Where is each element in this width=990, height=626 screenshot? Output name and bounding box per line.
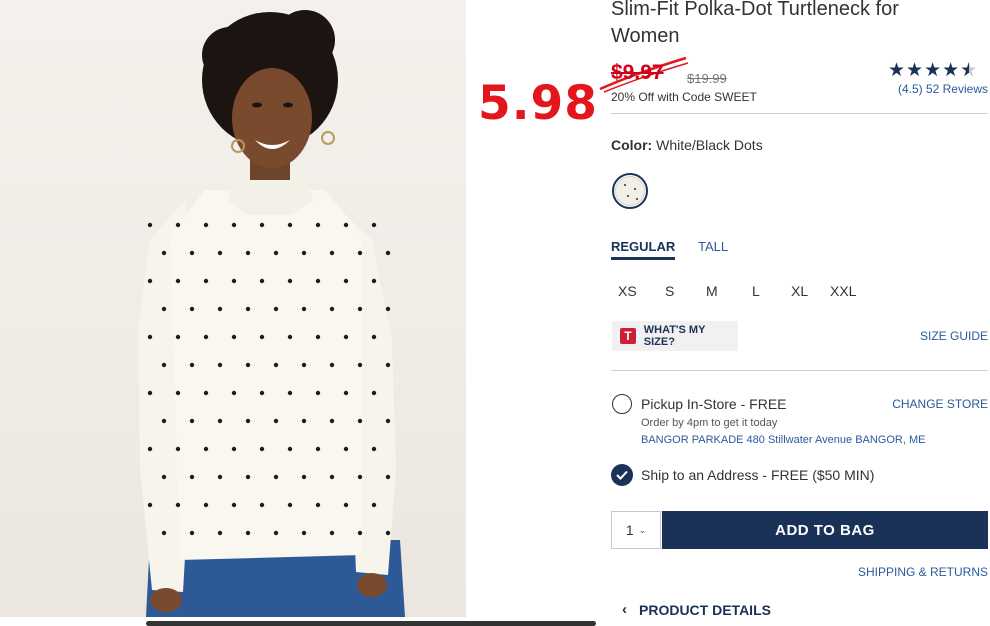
color-swatch-white-black-dots[interactable] bbox=[612, 173, 648, 209]
size-option-l[interactable]: L bbox=[752, 283, 760, 299]
true-fit-icon: T bbox=[620, 328, 636, 344]
product-details-toggle[interactable]: ‹ PRODUCT DETAILS bbox=[622, 601, 771, 618]
color-value: White/Black Dots bbox=[656, 137, 763, 153]
size-option-xs[interactable]: XS bbox=[618, 283, 637, 299]
tab-tall[interactable]: TALL bbox=[698, 239, 728, 254]
whats-my-size-button[interactable]: T WHAT'S MY SIZE? bbox=[612, 321, 738, 351]
reviews-link[interactable]: (4.5) 52 Reviews bbox=[898, 82, 988, 96]
change-store-link[interactable]: CHANGE STORE bbox=[892, 397, 988, 411]
quantity-select[interactable]: 1 ⌄ bbox=[611, 511, 661, 549]
divider bbox=[611, 113, 988, 114]
handwritten-price-annotation: 5.98 bbox=[478, 76, 598, 131]
ship-radio-checked[interactable] bbox=[611, 464, 633, 486]
pickup-store-address[interactable]: BANGOR PARKADE 480 Stillwater Avenue BAN… bbox=[641, 434, 925, 446]
size-option-xl[interactable]: XL bbox=[791, 283, 808, 299]
quantity-value: 1 bbox=[625, 522, 634, 538]
pickup-radio[interactable] bbox=[612, 394, 632, 414]
chevron-left-icon: ‹ bbox=[622, 601, 627, 618]
star-icon: ★ bbox=[888, 60, 907, 81]
pickup-subtext: Order by 4pm to get it today bbox=[641, 417, 778, 429]
whats-my-size-label: WHAT'S MY SIZE? bbox=[643, 324, 706, 348]
pickup-label: Pickup In-Store - FREE bbox=[641, 396, 787, 412]
size-guide-link[interactable]: SIZE GUIDE bbox=[920, 329, 988, 343]
add-to-bag-button[interactable]: ADD TO BAG bbox=[662, 511, 988, 549]
color-heading: Color: bbox=[611, 137, 653, 153]
size-option-s[interactable]: S bbox=[665, 283, 674, 299]
sale-price: $9.97 bbox=[611, 61, 664, 84]
promo-text: 20% Off with Code SWEET bbox=[611, 90, 757, 104]
product-details-label: PRODUCT DETAILS bbox=[639, 601, 771, 618]
divider bbox=[611, 370, 988, 371]
swatch-pattern bbox=[615, 176, 645, 206]
star-icon: ★ bbox=[942, 60, 961, 81]
star-icon: ★ bbox=[924, 60, 943, 81]
size-option-xxl[interactable]: XXL bbox=[830, 283, 856, 299]
original-price: $19.99 bbox=[687, 71, 727, 86]
checkmark-icon bbox=[616, 470, 628, 480]
color-label: Color: White/Black Dots bbox=[611, 137, 763, 153]
product-title: Slim-Fit Polka-Dot Turtleneck for Women bbox=[611, 0, 899, 47]
size-option-m[interactable]: M bbox=[706, 283, 718, 299]
star-rating[interactable]: ★★★★★ bbox=[888, 60, 978, 82]
half-star-icon: ★ bbox=[960, 60, 978, 81]
tab-regular[interactable]: REGULAR bbox=[611, 239, 676, 260]
product-image[interactable] bbox=[0, 0, 466, 617]
image-carousel-scrollbar[interactable] bbox=[146, 621, 596, 626]
ship-to-address-label: Ship to an Address - FREE ($50 MIN) bbox=[641, 467, 875, 483]
model-illustration bbox=[138, 10, 405, 617]
star-icon: ★ bbox=[906, 60, 925, 81]
shipping-returns-link[interactable]: SHIPPING & RETURNS bbox=[858, 565, 988, 579]
chevron-down-icon: ⌄ bbox=[638, 524, 647, 535]
